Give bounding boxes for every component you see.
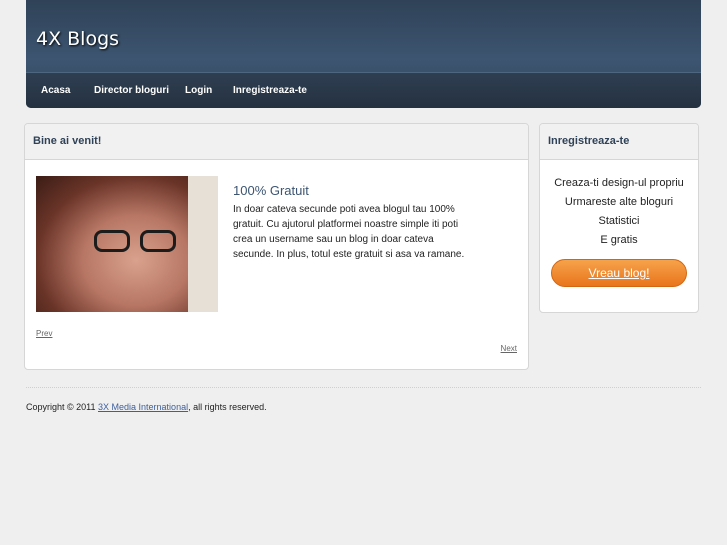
feature-item: Statistici (598, 215, 640, 227)
glasses-right-lens (140, 230, 176, 252)
copyright-suffix: , all rights reserved. (188, 402, 267, 412)
feature-item: Urmareste alte bloguri (564, 196, 674, 208)
copyright-prefix: Copyright © 2011 (26, 402, 99, 412)
company-link[interactable]: 3X Media International (98, 402, 188, 412)
nav-item-inregistreaza-te[interactable]: Inregistreaza-te (233, 85, 307, 96)
slide-title: 100% Gratuit (233, 183, 309, 198)
nav-item-login[interactable]: Login (185, 85, 212, 96)
slider-next-link[interactable]: Next (501, 344, 517, 353)
footer-divider (26, 387, 701, 388)
feature-item: Creaza-ti design-ul propriu (554, 177, 684, 189)
slide-image (36, 176, 218, 312)
nav-item-director-bloguri[interactable]: Director bloguri (94, 85, 169, 96)
footer: Copyright © 2011 3X Media International,… (26, 402, 267, 412)
signup-panel: Inregistreaza-te Creaza-ti design-ul pro… (539, 123, 699, 313)
site-title[interactable]: 4X Blogs (36, 28, 119, 50)
slide-description: In doar cateva secunde poti avea blogul … (233, 204, 465, 260)
site-header: 4X Blogs Acasa Director bloguri Login In… (26, 0, 701, 108)
glasses-left-lens (94, 230, 130, 252)
create-blog-button[interactable]: Vreau blog! (551, 259, 687, 287)
main-nav: Acasa Director bloguri Login Inregistrea… (26, 72, 701, 108)
slide-image-background (188, 176, 218, 312)
welcome-heading: Bine ai venit! (25, 124, 528, 160)
nav-item-acasa[interactable]: Acasa (41, 85, 70, 96)
signup-heading: Inregistreaza-te (540, 124, 698, 160)
feature-item: E gratis (600, 234, 638, 246)
welcome-panel: Bine ai venit! 100% Gratuit In doar cate… (24, 123, 529, 370)
slider-prev-link[interactable]: Prev (36, 329, 52, 338)
